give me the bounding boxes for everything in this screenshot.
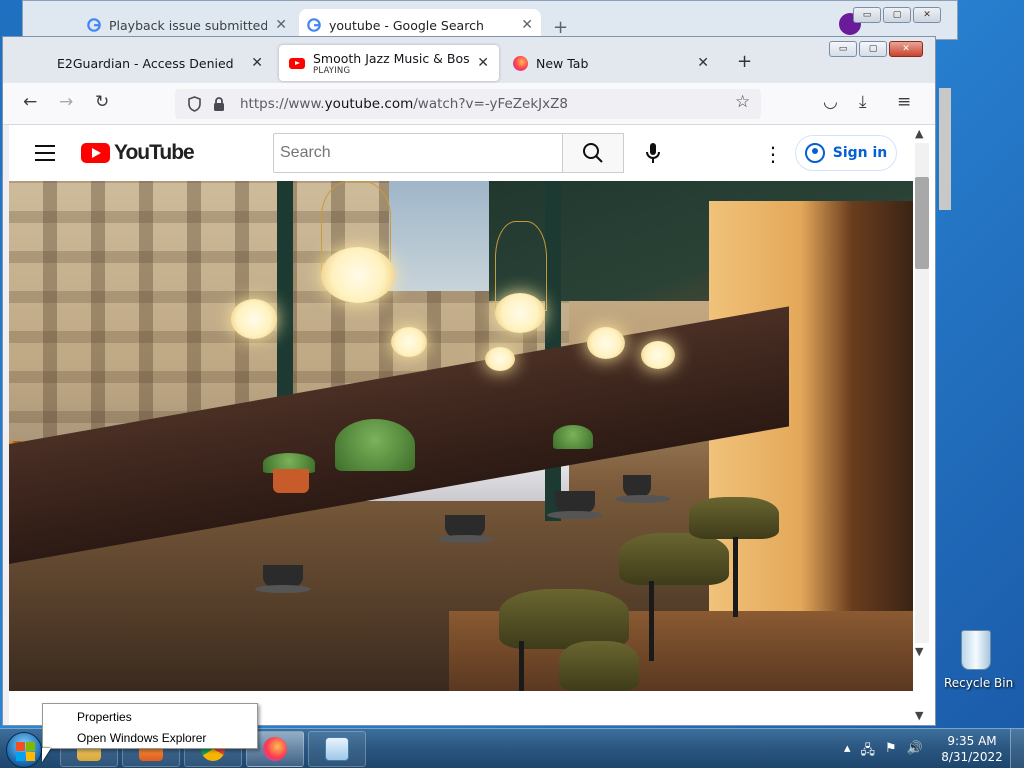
clock-time: 9:35 AM: [947, 734, 997, 748]
firefox-icon: [513, 55, 528, 71]
show-hidden-icons-icon[interactable]: ▴: [844, 741, 851, 763]
recycle-bin-glyph-icon: [961, 630, 991, 670]
taskbar-notepad-button[interactable]: [308, 731, 366, 767]
url-bar[interactable]: https://www.youtube.com/watch?v=-yFeZekJ…: [175, 89, 761, 119]
video-player[interactable]: [9, 181, 913, 691]
reload-icon[interactable]: ↻: [95, 92, 109, 112]
firefox-icon: [263, 737, 287, 761]
context-menu: Properties Open Windows Explorer: [42, 703, 258, 749]
notepad-icon: [325, 737, 349, 761]
new-tab-button[interactable]: +: [737, 51, 752, 72]
volume-icon[interactable]: 🔊: [907, 741, 923, 763]
scroll-down-arrow-icon[interactable]: ▼: [915, 709, 923, 722]
action-center-flag-icon[interactable]: ⚑: [885, 741, 897, 763]
tab-smooth-jazz[interactable]: Smooth Jazz Music & Bossa Nova PLAYING ✕: [279, 45, 499, 81]
recycle-bin-icon[interactable]: Recycle Bin: [944, 630, 1014, 690]
youtube-logo[interactable]: YouTube: [81, 141, 195, 165]
google-icon: [87, 18, 101, 32]
tab-label: Smooth Jazz Music & Bossa Nova: [313, 50, 470, 66]
lock-icon[interactable]: [212, 96, 226, 112]
tab-label: New Tab: [536, 55, 589, 71]
search-icon: [583, 143, 603, 163]
window-controls: ▭ ▢ ✕: [829, 41, 923, 57]
show-desktop-button[interactable]: [1010, 729, 1024, 768]
menu-item-open-windows-explorer[interactable]: Open Windows Explorer: [43, 728, 257, 749]
scroll-up-arrow-icon[interactable]: ▲: [915, 127, 923, 140]
background-browser-window: Playback issue submitted - You ✕ youtube…: [22, 0, 958, 41]
search-input[interactable]: [273, 133, 563, 173]
bookmark-star-icon[interactable]: ☆: [735, 92, 750, 112]
bg-tab-label: youtube - Google Search: [329, 17, 484, 33]
tab-new-tab[interactable]: New Tab ✕: [503, 45, 719, 81]
clock[interactable]: 9:35 AM 8/31/2022: [940, 733, 1004, 765]
back-arrow-icon[interactable]: ←: [23, 92, 37, 112]
forward-arrow-icon[interactable]: →: [59, 92, 73, 112]
close-button[interactable]: ✕: [913, 7, 941, 23]
windows-logo-icon: [16, 742, 25, 751]
account-icon: [804, 143, 825, 163]
maximize-button[interactable]: ▢: [859, 41, 887, 57]
more-options-icon[interactable]: ⋮: [763, 142, 783, 166]
close-icon[interactable]: ✕: [477, 55, 489, 71]
navigation-toolbar: ← → ↻ https://www.youtube.com/watch?v=-y…: [3, 83, 935, 125]
close-button[interactable]: ✕: [889, 41, 923, 57]
bg-tab-label: Playback issue submitted - You: [109, 17, 268, 33]
url-text: https://www.youtube.com/watch?v=-yFeZekJ…: [240, 96, 568, 112]
recycle-bin-label: Recycle Bin: [944, 676, 1014, 690]
tab-bar: E2Guardian - Access Denied ✕ Smooth Jazz…: [3, 37, 935, 83]
bg-window-controls: ▭ ▢ ✕: [853, 7, 941, 23]
page-scrollbar-thumb[interactable]: [915, 177, 929, 269]
menu-item-properties[interactable]: Properties: [43, 707, 257, 728]
tab-playing-status: PLAYING: [313, 65, 351, 76]
new-tab-button[interactable]: +: [553, 17, 568, 38]
maximize-button[interactable]: ▢: [883, 7, 911, 23]
downloads-icon[interactable]: ⤓: [859, 92, 867, 112]
pocket-icon[interactable]: ◡: [823, 92, 838, 112]
youtube-play-logo-icon: [81, 143, 110, 163]
youtube-page: YouTube ⋮ Sign in: [9, 125, 935, 725]
tab-label: E2Guardian - Access Denied: [57, 55, 234, 71]
microphone-icon: [646, 143, 660, 163]
minimize-button[interactable]: ▭: [853, 7, 881, 23]
network-icon[interactable]: 🖧: [861, 741, 876, 763]
tab-e2guardian[interactable]: E2Guardian - Access Denied ✕: [47, 45, 273, 81]
sign-in-button[interactable]: Sign in: [795, 135, 897, 171]
minimize-button[interactable]: ▭: [829, 41, 857, 57]
clock-date: 8/31/2022: [941, 750, 1003, 764]
start-button[interactable]: [6, 732, 42, 768]
close-icon[interactable]: ✕: [521, 17, 533, 33]
close-icon[interactable]: ✕: [275, 17, 287, 33]
sign-in-label: Sign in: [832, 145, 888, 161]
youtube-favicon-icon: [289, 57, 305, 69]
app-menu-icon[interactable]: ≡: [897, 92, 911, 112]
scroll-down-arrow-icon[interactable]: ▼: [915, 645, 923, 658]
search-button[interactable]: [562, 133, 624, 173]
voice-search-button[interactable]: [633, 133, 673, 173]
outer-scrollbar-thumb[interactable]: [939, 88, 951, 210]
google-icon: [307, 18, 321, 32]
youtube-header: YouTube ⋮ Sign in: [9, 125, 913, 181]
hamburger-menu-icon[interactable]: [35, 145, 55, 166]
mouse-cursor-icon: [42, 748, 51, 762]
close-icon[interactable]: ✕: [697, 55, 709, 71]
firefox-window: E2Guardian - Access Denied ✕ Smooth Jazz…: [2, 36, 936, 726]
youtube-logo-text: YouTube: [114, 141, 195, 164]
system-tray: ▴ 🖧 ⚑ 🔊: [844, 741, 923, 763]
shield-icon[interactable]: [187, 96, 202, 112]
close-icon[interactable]: ✕: [251, 55, 263, 71]
